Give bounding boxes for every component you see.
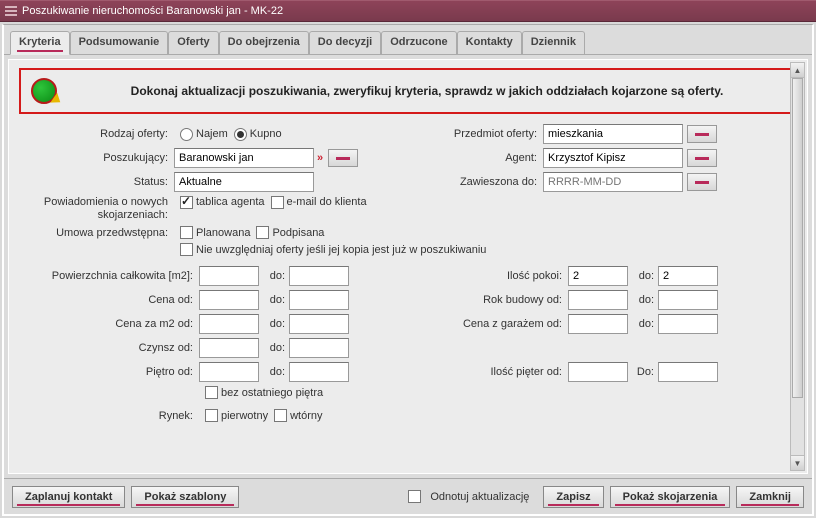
- input-cena-from[interactable]: [199, 290, 259, 310]
- input-pokoi-from[interactable]: [568, 266, 628, 286]
- input-garaz-from[interactable]: [568, 314, 628, 334]
- schedule-contact-button[interactable]: Zaplanuj kontakt: [12, 486, 125, 508]
- label-rodzaj-oferty: Rodzaj oferty:: [19, 128, 174, 140]
- input-status[interactable]: [174, 172, 314, 192]
- chk-bez-ostatniego[interactable]: [205, 386, 218, 399]
- label-garaz: Cena z garażem od:: [418, 318, 568, 330]
- label-cenam2: Cena za m2 od:: [19, 318, 199, 330]
- chk-wtorny-label: wtórny: [290, 410, 322, 422]
- window: Poszukiwanie nieruchomości Baranowski ja…: [0, 0, 816, 518]
- ranges: Powierzchnia całkowita [m2]: do: Cena od…: [19, 266, 797, 422]
- input-garaz-to[interactable]: [658, 314, 718, 334]
- scroll-down-icon[interactable]: ▼: [791, 455, 804, 470]
- input-agent[interactable]: [543, 148, 683, 168]
- chk-exclude-copy-label: Nie uwzględniaj oferty jeśli jej kopia j…: [196, 244, 486, 256]
- input-pokoi-to[interactable]: [658, 266, 718, 286]
- label-poszukujacy: Poszukujący:: [19, 152, 174, 164]
- show-templates-button[interactable]: Pokaż szablony: [131, 486, 239, 508]
- radio-najem-label: Najem: [196, 128, 228, 140]
- label-zawieszona: Zawieszona do:: [418, 176, 543, 188]
- chk-email[interactable]: [271, 196, 284, 209]
- input-przedmiot[interactable]: [543, 124, 683, 144]
- input-pow-from[interactable]: [199, 266, 259, 286]
- close-button[interactable]: Zamknij: [736, 486, 804, 508]
- chk-pierwotny-label: pierwotny: [221, 410, 268, 422]
- tab-dziennik[interactable]: Dziennik: [522, 31, 585, 54]
- chk-odnotuj[interactable]: [408, 490, 421, 503]
- tab-kontakty[interactable]: Kontakty: [457, 31, 522, 54]
- titlebar: Poszukiwanie nieruchomości Baranowski ja…: [0, 0, 816, 22]
- tab-do-obejrzenia[interactable]: Do obejrzenia: [219, 31, 309, 54]
- input-pieter-from[interactable]: [568, 362, 628, 382]
- label-powiadomienia: Powiadomienia o nowych skojarzeniach:: [19, 196, 174, 222]
- criteria-form: Rodzaj oferty: Najem Kupno Przedmiot ofe…: [19, 124, 797, 422]
- label-rynek: Rynek:: [19, 410, 199, 422]
- input-pow-to[interactable]: [289, 266, 349, 286]
- label-czynsz: Czynsz od:: [19, 342, 199, 354]
- label-pieter: Ilość pięter od:: [418, 366, 568, 378]
- chk-wtorny[interactable]: [274, 409, 287, 422]
- chk-planowana-label: Planowana: [196, 227, 250, 239]
- label-status: Status:: [19, 176, 174, 188]
- label-powierzchnia: Powierzchnia całkowita [m2]:: [19, 270, 199, 282]
- clear-zawieszona-button[interactable]: [687, 173, 717, 191]
- chk-tablica[interactable]: [180, 196, 193, 209]
- tab-kryteria[interactable]: Kryteria: [10, 31, 70, 55]
- chk-tablica-label: tablica agenta: [196, 196, 265, 208]
- clear-agent-button[interactable]: [687, 149, 717, 167]
- tabs: Kryteria Podsumowanie Oferty Do obejrzen…: [4, 25, 812, 55]
- label-przedmiot: Przedmiot oferty:: [418, 128, 543, 140]
- window-title: Poszukiwanie nieruchomości Baranowski ja…: [22, 5, 283, 17]
- refresh-warning-icon: [31, 78, 57, 104]
- label-rok: Rok budowy od:: [418, 294, 568, 306]
- radio-najem[interactable]: [180, 128, 193, 141]
- input-czynsz-to[interactable]: [289, 338, 349, 358]
- scroll-up-icon[interactable]: ▲: [791, 63, 804, 78]
- input-rok-from[interactable]: [568, 290, 628, 310]
- label-pietro: Piętro od:: [19, 366, 199, 378]
- radio-kupno-label: Kupno: [250, 128, 282, 140]
- label-pokoi: Ilość pokoi:: [418, 270, 568, 282]
- input-pietro-from[interactable]: [199, 362, 259, 382]
- clear-poszukujacy-button[interactable]: [328, 149, 358, 167]
- show-matches-button[interactable]: Pokaż skojarzenia: [610, 486, 731, 508]
- input-cenam2-to[interactable]: [289, 314, 349, 334]
- alert-text: Dokonaj aktualizacji poszukiwania, zwery…: [69, 84, 785, 98]
- tab-odrzucone[interactable]: Odrzucone: [381, 31, 456, 54]
- tab-do-decyzji[interactable]: Do decyzji: [309, 31, 381, 54]
- tab-oferty[interactable]: Oferty: [168, 31, 218, 54]
- alert-box: Dokonaj aktualizacji poszukiwania, zwery…: [19, 68, 797, 114]
- body-area: Kryteria Podsumowanie Oferty Do obejrzen…: [2, 24, 814, 516]
- chk-podpisana[interactable]: [256, 226, 269, 239]
- chk-email-label: e-mail do klienta: [287, 196, 367, 208]
- chk-odnotuj-label: Odnotuj aktualizację: [430, 491, 529, 503]
- input-rok-to[interactable]: [658, 290, 718, 310]
- radio-kupno[interactable]: [234, 128, 247, 141]
- chk-bez-ostatniego-label: bez ostatniego piętra: [221, 387, 323, 399]
- input-poszukujacy[interactable]: [174, 148, 314, 168]
- vertical-scrollbar[interactable]: ▲ ▼: [790, 62, 805, 471]
- scroll-thumb[interactable]: [792, 78, 803, 398]
- tab-content: Dokonaj aktualizacji poszukiwania, zwery…: [8, 59, 808, 474]
- input-pieter-to[interactable]: [658, 362, 718, 382]
- label-agent: Agent:: [418, 152, 543, 164]
- input-pietro-to[interactable]: [289, 362, 349, 382]
- tab-podsumowanie[interactable]: Podsumowanie: [70, 31, 169, 54]
- window-menu-icon[interactable]: [4, 4, 18, 18]
- input-zawieszona[interactable]: [543, 172, 683, 192]
- chk-planowana[interactable]: [180, 226, 193, 239]
- save-button[interactable]: Zapisz: [543, 486, 603, 508]
- clear-przedmiot-button[interactable]: [687, 125, 717, 143]
- label-cena: Cena od:: [19, 294, 199, 306]
- footer: Zaplanuj kontakt Pokaż szablony Odnotuj …: [4, 478, 812, 514]
- input-cenam2-from[interactable]: [199, 314, 259, 334]
- chk-podpisana-label: Podpisana: [272, 227, 324, 239]
- chk-exclude-copy[interactable]: [180, 243, 193, 256]
- open-client-icon[interactable]: »: [314, 152, 324, 164]
- label-umowa: Umowa przedwstępna:: [19, 227, 174, 239]
- input-czynsz-from[interactable]: [199, 338, 259, 358]
- input-cena-to[interactable]: [289, 290, 349, 310]
- chk-pierwotny[interactable]: [205, 409, 218, 422]
